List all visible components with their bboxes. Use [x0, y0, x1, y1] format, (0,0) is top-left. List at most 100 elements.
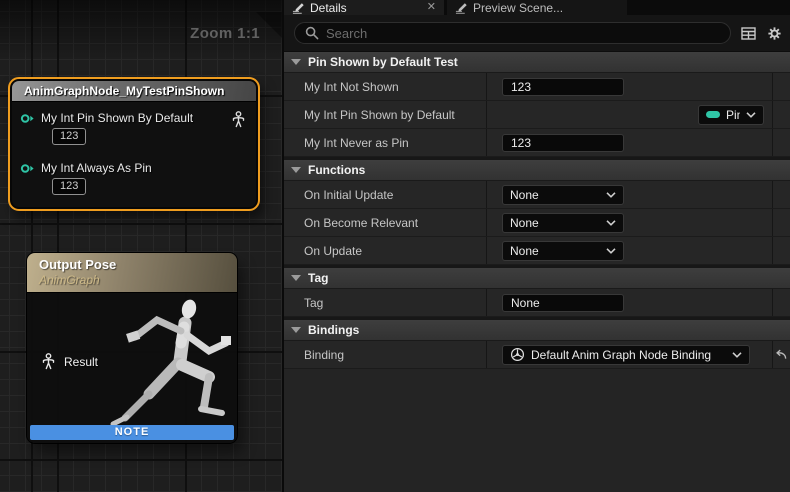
category-title: Pin Shown by Default Test [308, 55, 458, 69]
function-dropdown[interactable]: None [502, 185, 624, 205]
property-row: My Int Pin Shown by Default Pin [284, 101, 790, 129]
node-title: Output Pose [39, 257, 237, 272]
category-title: Functions [308, 163, 365, 177]
unreal-anim-blueprint-editor: Zoom 1:1 AnimGraphNode_MyTestPinShown My… [0, 0, 790, 492]
tab-label: Preview Scene... [473, 1, 563, 15]
dropdown-value: Default Anim Graph Node Binding [531, 348, 726, 362]
output-pose-node[interactable]: Output Pose AnimGraph [27, 253, 237, 443]
pin-label: My Int Pin Shown By Default [41, 111, 193, 125]
chevron-expanded-icon [291, 59, 301, 65]
property-row: On Become Relevant None [284, 209, 790, 237]
output-pose-header[interactable]: Output Pose AnimGraph [27, 253, 237, 293]
category-tag[interactable]: Tag [284, 268, 790, 289]
property-row: Tag None [284, 289, 790, 317]
chevron-down-icon [732, 352, 742, 358]
category-title: Bindings [308, 323, 359, 337]
binding-class-icon [510, 347, 525, 362]
property-label: On Update [284, 237, 487, 264]
pin-default-value[interactable]: 123 [52, 178, 86, 195]
int-pin-icon[interactable] [20, 113, 35, 124]
chevron-down-icon [606, 192, 616, 198]
tab-label: Details [310, 1, 347, 15]
mannequin-preview-image [105, 297, 235, 429]
reset-to-default-icon[interactable] [775, 349, 788, 360]
chevron-expanded-icon [291, 275, 301, 281]
function-dropdown[interactable]: None [502, 213, 624, 233]
pin-label: My Int Always As Pin [41, 161, 152, 175]
details-panel: Details ✕ Preview Scene... [284, 0, 790, 492]
function-dropdown[interactable]: None [502, 241, 624, 261]
zoom-level-label: Zoom 1:1 [190, 25, 260, 42]
result-pin[interactable]: Result [41, 353, 98, 370]
property-row: On Update None [284, 237, 790, 265]
node-title[interactable]: AnimGraphNode_MyTestPinShown [12, 81, 256, 102]
pin-capsule-icon [706, 111, 720, 118]
category-bindings[interactable]: Bindings [284, 320, 790, 341]
property-row: Binding Default Anim Graph Node Binding [284, 341, 790, 369]
chevron-down-icon [606, 248, 616, 254]
node-pin-area: My Int Pin Shown By Default 123 My Int A… [12, 102, 256, 206]
note-bar[interactable]: NOTE [30, 425, 234, 440]
pin-row: My Int Pin Shown By Default [20, 111, 193, 125]
gear-icon [767, 26, 782, 41]
row-side-column [772, 209, 790, 236]
row-side-column [772, 101, 790, 128]
search-row [284, 15, 790, 52]
search-input[interactable] [326, 26, 720, 41]
chevron-expanded-icon [291, 167, 301, 173]
search-box[interactable] [294, 22, 731, 44]
property-label: On Initial Update [284, 181, 487, 208]
output-pose-body: Result [27, 293, 237, 430]
tag-value-input[interactable]: None [502, 294, 624, 312]
row-side-column [772, 181, 790, 208]
anim-graph-node-selected[interactable]: AnimGraphNode_MyTestPinShown My Int Pin … [8, 77, 260, 211]
int-value-input[interactable]: 123 [502, 134, 624, 152]
pin-mode-dropdown[interactable]: Pin [698, 105, 764, 125]
details-pencil-icon [292, 1, 305, 14]
person-pose-icon[interactable] [231, 111, 246, 128]
pin-default-value[interactable]: 123 [52, 128, 86, 145]
node-body: AnimGraphNode_MyTestPinShown My Int Pin … [12, 81, 256, 207]
anim-graph-canvas[interactable]: Zoom 1:1 AnimGraphNode_MyTestPinShown My… [0, 0, 284, 492]
category-title: Tag [308, 271, 328, 285]
pin-row: My Int Always As Pin [20, 161, 152, 175]
row-side-column [772, 73, 790, 100]
property-label: Tag [284, 289, 487, 316]
property-list: Pin Shown by Default Test My Int Not Sho… [284, 52, 790, 492]
property-row: My Int Not Shown 123 [284, 73, 790, 101]
property-row: My Int Never as Pin 123 [284, 129, 790, 157]
property-label: On Become Relevant [284, 209, 487, 236]
dropdown-value: None [510, 244, 600, 258]
row-side-column [772, 289, 790, 316]
binding-dropdown[interactable]: Default Anim Graph Node Binding [502, 345, 750, 365]
tab-preview-scene[interactable]: Preview Scene... [447, 0, 627, 15]
row-side-column [772, 129, 790, 156]
settings-button[interactable] [765, 24, 783, 42]
category-functions[interactable]: Functions [284, 160, 790, 181]
chevron-expanded-icon [291, 327, 301, 333]
person-pose-icon [41, 353, 56, 370]
int-value-input[interactable]: 123 [502, 78, 624, 96]
dropdown-value: None [510, 188, 600, 202]
property-label: My Int Pin Shown by Default [284, 101, 487, 128]
panel-tab-bar: Details ✕ Preview Scene... [284, 0, 790, 15]
row-side-column [772, 237, 790, 264]
property-row: On Initial Update None [284, 181, 790, 209]
property-label: My Int Not Shown [284, 73, 487, 100]
dropdown-value: None [510, 216, 600, 230]
magnifier-icon [305, 26, 319, 40]
category-pin-shown-by-default-test[interactable]: Pin Shown by Default Test [284, 52, 790, 73]
dropdown-value: Pin [726, 108, 740, 122]
int-pin-icon[interactable] [20, 163, 35, 174]
tab-details[interactable]: Details ✕ [284, 0, 444, 15]
chevron-down-icon [746, 112, 756, 118]
details-empty-area [284, 369, 790, 492]
display-filter-button[interactable] [739, 24, 757, 42]
table-grid-icon [741, 27, 756, 40]
property-label: My Int Never as Pin [284, 129, 487, 156]
chevron-down-icon [606, 220, 616, 226]
node-subtitle: AnimGraph [39, 273, 237, 287]
details-pencil-icon [455, 1, 468, 14]
close-icon[interactable]: ✕ [427, 2, 436, 13]
result-pin-label: Result [64, 355, 98, 369]
